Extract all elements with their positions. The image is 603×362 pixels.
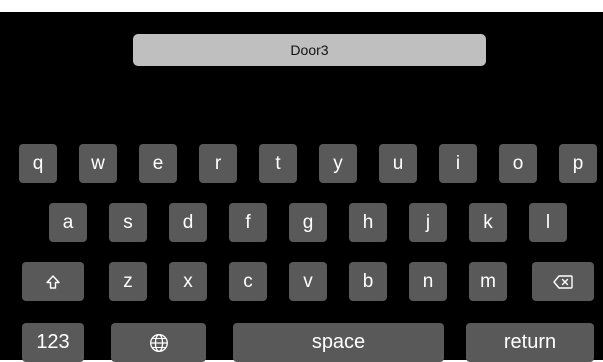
key-c[interactable]: c	[229, 262, 267, 301]
backspace-key[interactable]	[532, 262, 594, 301]
key-y[interactable]: y	[319, 144, 357, 183]
shift-key[interactable]	[22, 262, 84, 301]
key-h[interactable]: h	[349, 203, 387, 242]
keyboard-screen: Door3 q w e r t y u i o p a s d f g h j …	[0, 12, 603, 362]
key-a[interactable]: a	[49, 203, 87, 242]
text-input-field[interactable]: Door3	[133, 34, 486, 66]
key-x[interactable]: x	[169, 262, 207, 301]
key-e[interactable]: e	[139, 144, 177, 183]
key-g[interactable]: g	[289, 203, 327, 242]
key-u[interactable]: u	[379, 144, 417, 183]
key-t[interactable]: t	[259, 144, 297, 183]
key-w[interactable]: w	[79, 144, 117, 183]
key-q[interactable]: q	[19, 144, 57, 183]
key-k[interactable]: k	[469, 203, 507, 242]
key-s[interactable]: s	[109, 203, 147, 242]
key-f[interactable]: f	[229, 203, 267, 242]
key-o[interactable]: o	[499, 144, 537, 183]
numbers-key[interactable]: 123	[22, 323, 84, 362]
globe-icon	[149, 333, 168, 352]
key-d[interactable]: d	[169, 203, 207, 242]
backspace-icon	[553, 274, 573, 289]
key-j[interactable]: j	[409, 203, 447, 242]
key-b[interactable]: b	[349, 262, 387, 301]
key-r[interactable]: r	[199, 144, 237, 183]
key-m[interactable]: m	[469, 262, 507, 301]
key-l[interactable]: l	[529, 203, 567, 242]
globe-key[interactable]	[111, 323, 206, 362]
key-i[interactable]: i	[439, 144, 477, 183]
key-n[interactable]: n	[409, 262, 447, 301]
shift-icon	[46, 274, 60, 289]
return-key[interactable]: return	[466, 323, 594, 362]
key-p[interactable]: p	[559, 144, 597, 183]
key-z[interactable]: z	[109, 262, 147, 301]
key-v[interactable]: v	[289, 262, 327, 301]
space-key[interactable]: space	[233, 323, 444, 362]
